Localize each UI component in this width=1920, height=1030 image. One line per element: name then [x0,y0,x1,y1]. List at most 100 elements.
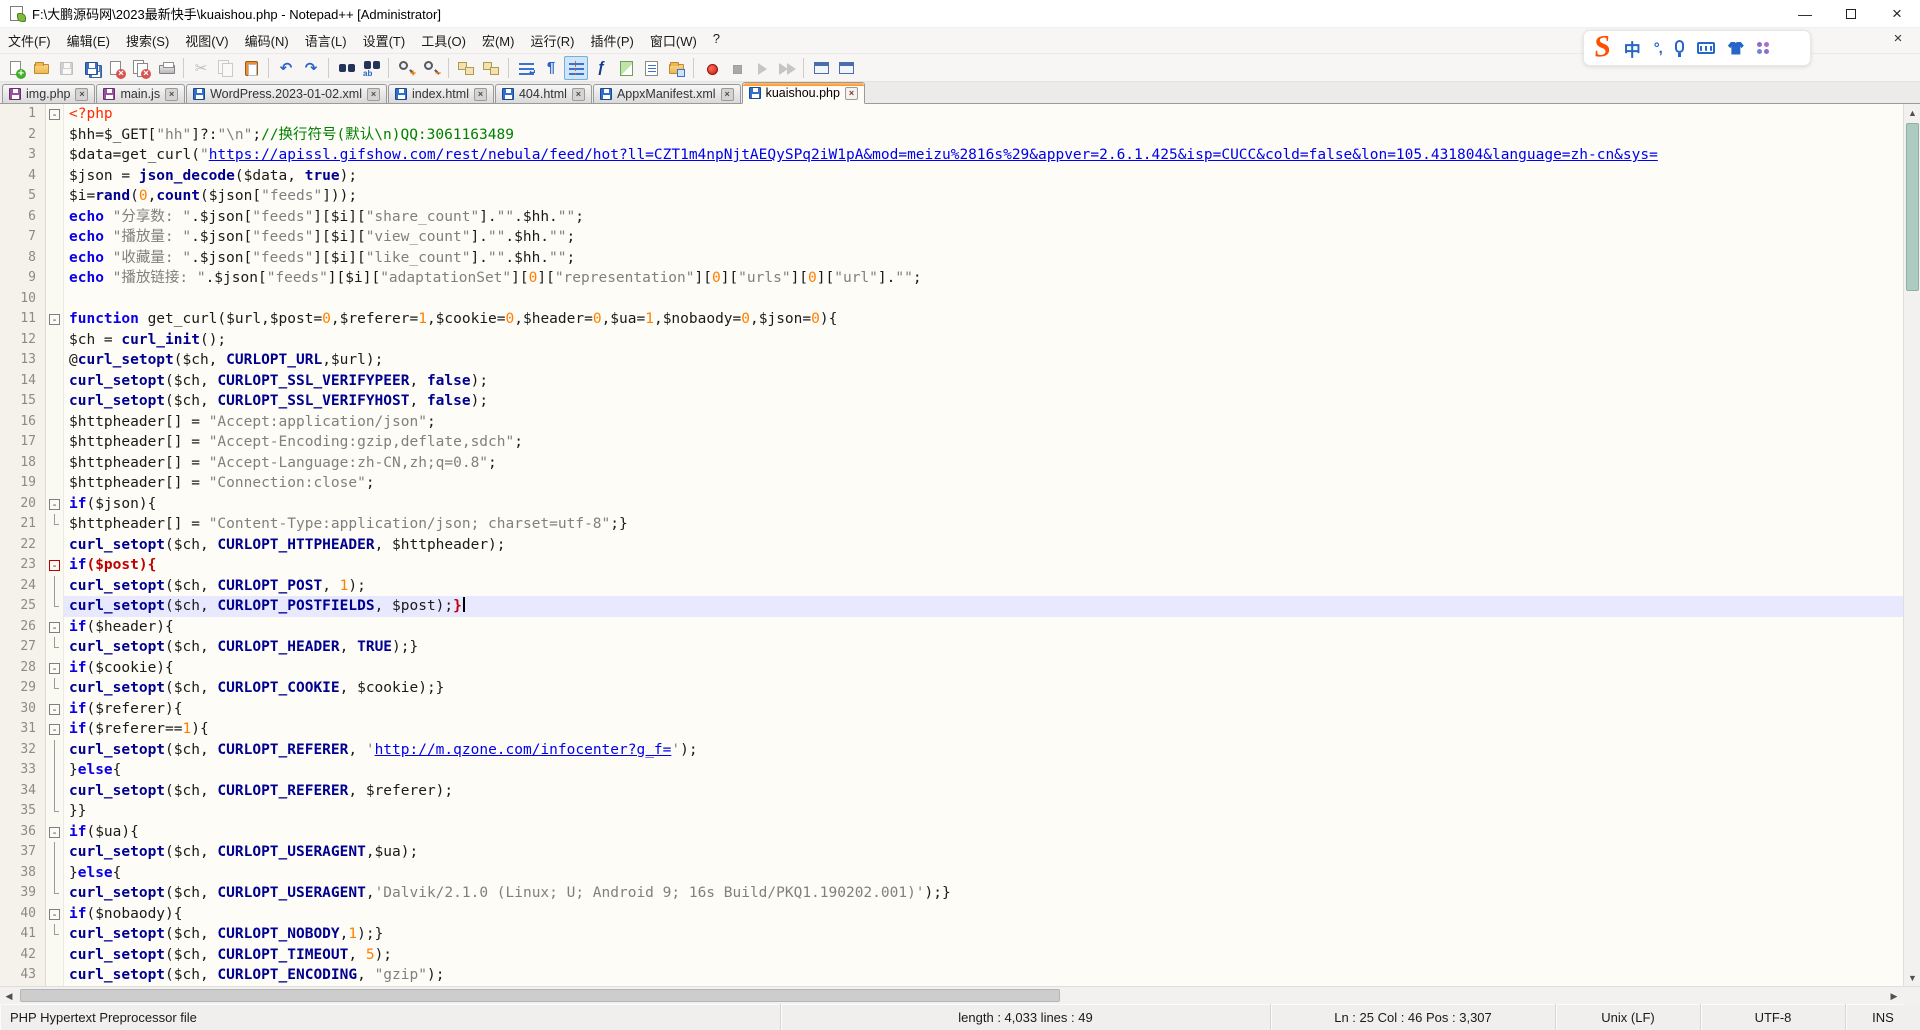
tab-close-icon[interactable]: × [367,88,380,101]
line-number[interactable]: 9 [0,268,46,289]
code-line-13[interactable]: 13@curl_setopt($ch, CURLOPT_URL,$url); [0,350,1903,371]
ime-punctuation-icon[interactable]: °, [1654,40,1662,57]
status-encoding[interactable]: UTF-8 [1700,1004,1845,1030]
plugin-window-2-button[interactable] [834,56,858,80]
code-line-30[interactable]: 30-if($referer){ [0,699,1903,720]
line-number[interactable]: 40 [0,904,46,925]
function-list-button[interactable]: ƒ [589,56,613,80]
code-line-33[interactable]: 33}else{ [0,760,1903,781]
code-line-42[interactable]: 42curl_setopt($ch, CURLOPT_TIMEOUT, 5); [0,945,1903,966]
line-number[interactable]: 29 [0,678,46,699]
code-line-21[interactable]: 21$httpheader[] = "Content-Type:applicat… [0,514,1903,535]
copy-button[interactable] [214,56,238,80]
line-number[interactable]: 4 [0,166,46,187]
line-number[interactable]: 33 [0,760,46,781]
menu-item-encoding[interactable]: 编码(N) [237,27,297,54]
line-number[interactable]: 32 [0,740,46,761]
zoom-out-button[interactable]: − [419,56,443,80]
playback-macro-button[interactable] [749,56,773,80]
line-number[interactable]: 31 [0,719,46,740]
code-line-5[interactable]: 5$i=rand(0,count($json["feeds"])); [0,186,1903,207]
save-button[interactable] [54,56,78,80]
line-number[interactable]: 6 [0,207,46,228]
find-button[interactable] [334,56,358,80]
scroll-right-icon[interactable]: ▶ [1885,987,1903,1005]
stop-macro-button[interactable] [724,56,748,80]
sogou-logo-icon[interactable]: S [1592,31,1612,63]
fold-collapse-icon[interactable]: - [46,904,64,925]
code-line-31[interactable]: 31-if($referer==1){ [0,719,1903,740]
menu-item-edit[interactable]: 编辑(E) [59,27,118,54]
code-line-4[interactable]: 4$json = json_decode($data, true); [0,166,1903,187]
ime-keyboard-icon[interactable] [1697,42,1715,54]
code-line-24[interactable]: 24curl_setopt($ch, CURLOPT_POST, 1); [0,576,1903,597]
paste-button[interactable] [239,56,263,80]
line-number[interactable]: 2 [0,125,46,146]
folder-as-workspace-button[interactable] [664,56,688,80]
close-all-button[interactable]: × [129,56,153,80]
code-line-12[interactable]: 12$ch = curl_init(); [0,330,1903,351]
code-line-7[interactable]: 7echo "播放量: ".$json["feeds"][$i]["view_c… [0,227,1903,248]
line-number[interactable]: 23 [0,555,46,576]
ime-skin-icon[interactable] [1728,42,1744,55]
tab-close-icon[interactable]: × [572,88,585,101]
code-line-28[interactable]: 28-if($cookie){ [0,658,1903,679]
menu-item-settings[interactable]: 设置(T) [355,27,414,54]
code-lines[interactable]: 1-<?php2$hh=$_GET["hh"]?:"\n";//换行符号(默认\… [0,104,1903,986]
status-eol-format[interactable]: Unix (LF) [1555,1004,1700,1030]
horizontal-scrollbar-thumb[interactable] [20,989,1060,1002]
code-line-8[interactable]: 8echo "收藏量: ".$json["feeds"][$i]["like_c… [0,248,1903,269]
line-number[interactable]: 8 [0,248,46,269]
line-number[interactable]: 1 [0,104,46,125]
line-number[interactable]: 42 [0,945,46,966]
code-line-37[interactable]: 37curl_setopt($ch, CURLOPT_USERAGENT,$ua… [0,842,1903,863]
code-line-15[interactable]: 15curl_setopt($ch, CURLOPT_SSL_VERIFYHOS… [0,391,1903,412]
menu-item-plugins[interactable]: 插件(P) [583,27,642,54]
tab-main-js[interactable]: main.js× [96,84,185,103]
menubar-close-icon[interactable]: × [1888,30,1908,47]
fold-collapse-icon[interactable]: - [46,494,64,515]
open-file-button[interactable] [29,56,53,80]
code-line-14[interactable]: 14curl_setopt($ch, CURLOPT_SSL_VERIFYPEE… [0,371,1903,392]
fold-collapse-icon[interactable]: - [46,658,64,679]
close-button[interactable]: × [104,56,128,80]
line-number[interactable]: 41 [0,924,46,945]
close-button[interactable]: × [1874,0,1920,27]
record-macro-button[interactable] [699,56,723,80]
code-line-17[interactable]: 17$httpheader[] = "Accept-Encoding:gzip,… [0,432,1903,453]
line-number[interactable]: 37 [0,842,46,863]
code-line-1[interactable]: 1-<?php [0,104,1903,125]
redo-button[interactable]: ↷ [299,56,323,80]
code-line-23[interactable]: 23-if($post){ [0,555,1903,576]
plugin-window-1-button[interactable] [809,56,833,80]
line-number[interactable]: 22 [0,535,46,556]
zoom-in-button[interactable]: + [394,56,418,80]
word-wrap-button[interactable]: ↵ [514,56,538,80]
line-number[interactable]: 43 [0,965,46,986]
scroll-up-icon[interactable]: ▲ [1904,104,1920,121]
code-line-10[interactable]: 10 [0,289,1903,310]
code-line-25[interactable]: 25curl_setopt($ch, CURLOPT_POSTFIELDS, $… [0,596,1903,617]
code-line-40[interactable]: 40-if($nobaody){ [0,904,1903,925]
tab-close-icon[interactable]: × [845,87,858,100]
line-number[interactable]: 34 [0,781,46,802]
menu-item-run[interactable]: 运行(R) [522,27,582,54]
tab-404-html[interactable]: 404.html× [495,84,592,103]
show-all-characters-button[interactable]: ¶ [539,56,563,80]
line-number[interactable]: 3 [0,145,46,166]
maximize-button[interactable] [1828,0,1874,27]
line-number[interactable]: 30 [0,699,46,720]
show-indent-guide-button[interactable] [564,56,588,80]
scroll-down-icon[interactable]: ▼ [1904,969,1920,986]
code-line-11[interactable]: 11-function get_curl($url,$post=0,$refer… [0,309,1903,330]
menu-item-help[interactable]: ? [705,27,728,54]
status-insert-mode[interactable]: INS [1845,1004,1920,1030]
save-all-button[interactable] [79,56,103,80]
sync-vertical-scrolling-button[interactable] [454,56,478,80]
code-line-6[interactable]: 6echo "分享数: ".$json["feeds"][$i]["share_… [0,207,1903,228]
menu-item-language[interactable]: 语言(L) [297,27,355,54]
code-line-35[interactable]: 35}} [0,801,1903,822]
line-number[interactable]: 7 [0,227,46,248]
run-macro-multiple-times-button[interactable] [774,56,798,80]
line-number[interactable]: 11 [0,309,46,330]
